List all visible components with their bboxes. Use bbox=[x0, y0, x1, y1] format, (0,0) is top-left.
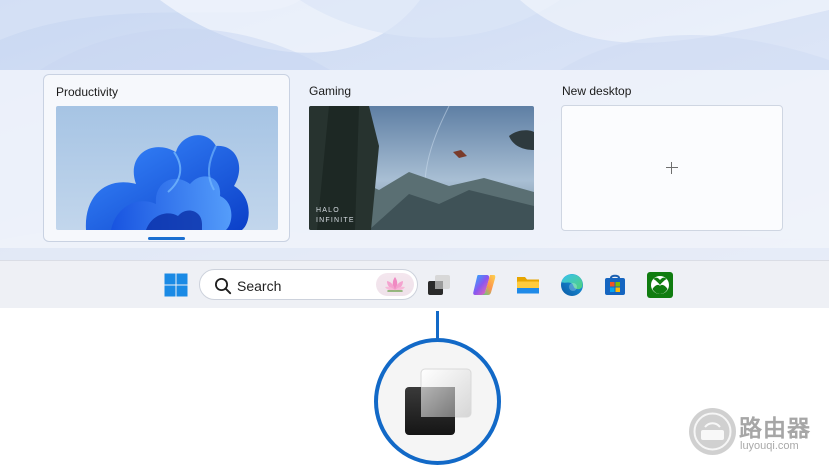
search-highlight[interactable] bbox=[376, 273, 414, 296]
watermark-domain: luyouqi.com bbox=[740, 440, 799, 452]
microsoft-store-icon[interactable] bbox=[601, 271, 629, 299]
search-label: Search bbox=[237, 278, 282, 294]
plus-icon bbox=[666, 162, 678, 174]
lotus-icon bbox=[385, 277, 405, 292]
windows-start-icon[interactable] bbox=[162, 271, 190, 299]
task-view-icon bbox=[405, 368, 472, 435]
new-desktop-tile[interactable] bbox=[561, 105, 783, 231]
desktop-label: Gaming bbox=[309, 84, 352, 98]
router-icon bbox=[689, 408, 736, 455]
watermark-text: 路由器 bbox=[739, 416, 811, 442]
desktop-label: Productivity bbox=[56, 85, 119, 99]
halo-infinite-thumbnail: HALO INFINITE bbox=[309, 106, 534, 230]
desktop-label: New desktop bbox=[562, 84, 632, 98]
xbox-icon[interactable] bbox=[646, 271, 674, 299]
halo-logo-subtext: INFINITE bbox=[316, 217, 355, 224]
copilot-icon[interactable] bbox=[470, 271, 498, 299]
edge-icon[interactable] bbox=[558, 271, 586, 299]
halo-logo-text: HALO bbox=[316, 207, 340, 214]
search-icon bbox=[215, 278, 232, 295]
desktop-new[interactable]: New desktop bbox=[549, 74, 796, 242]
windows-bloom-wallpaper-thumbnail bbox=[56, 106, 278, 230]
desktop-gaming[interactable]: Gaming HALO INFINITE bbox=[296, 74, 543, 242]
desktop-productivity[interactable]: Productivity bbox=[43, 74, 290, 242]
file-explorer-icon[interactable] bbox=[514, 271, 542, 299]
callout-magnifier bbox=[374, 338, 501, 465]
watermark: 路由器 luyouqi.com bbox=[689, 406, 823, 462]
taskbar: Search bbox=[0, 260, 829, 308]
taskbar-search-box[interactable]: Search bbox=[199, 269, 418, 300]
active-desktop-indicator bbox=[148, 237, 185, 240]
task-view-icon[interactable] bbox=[425, 271, 453, 299]
